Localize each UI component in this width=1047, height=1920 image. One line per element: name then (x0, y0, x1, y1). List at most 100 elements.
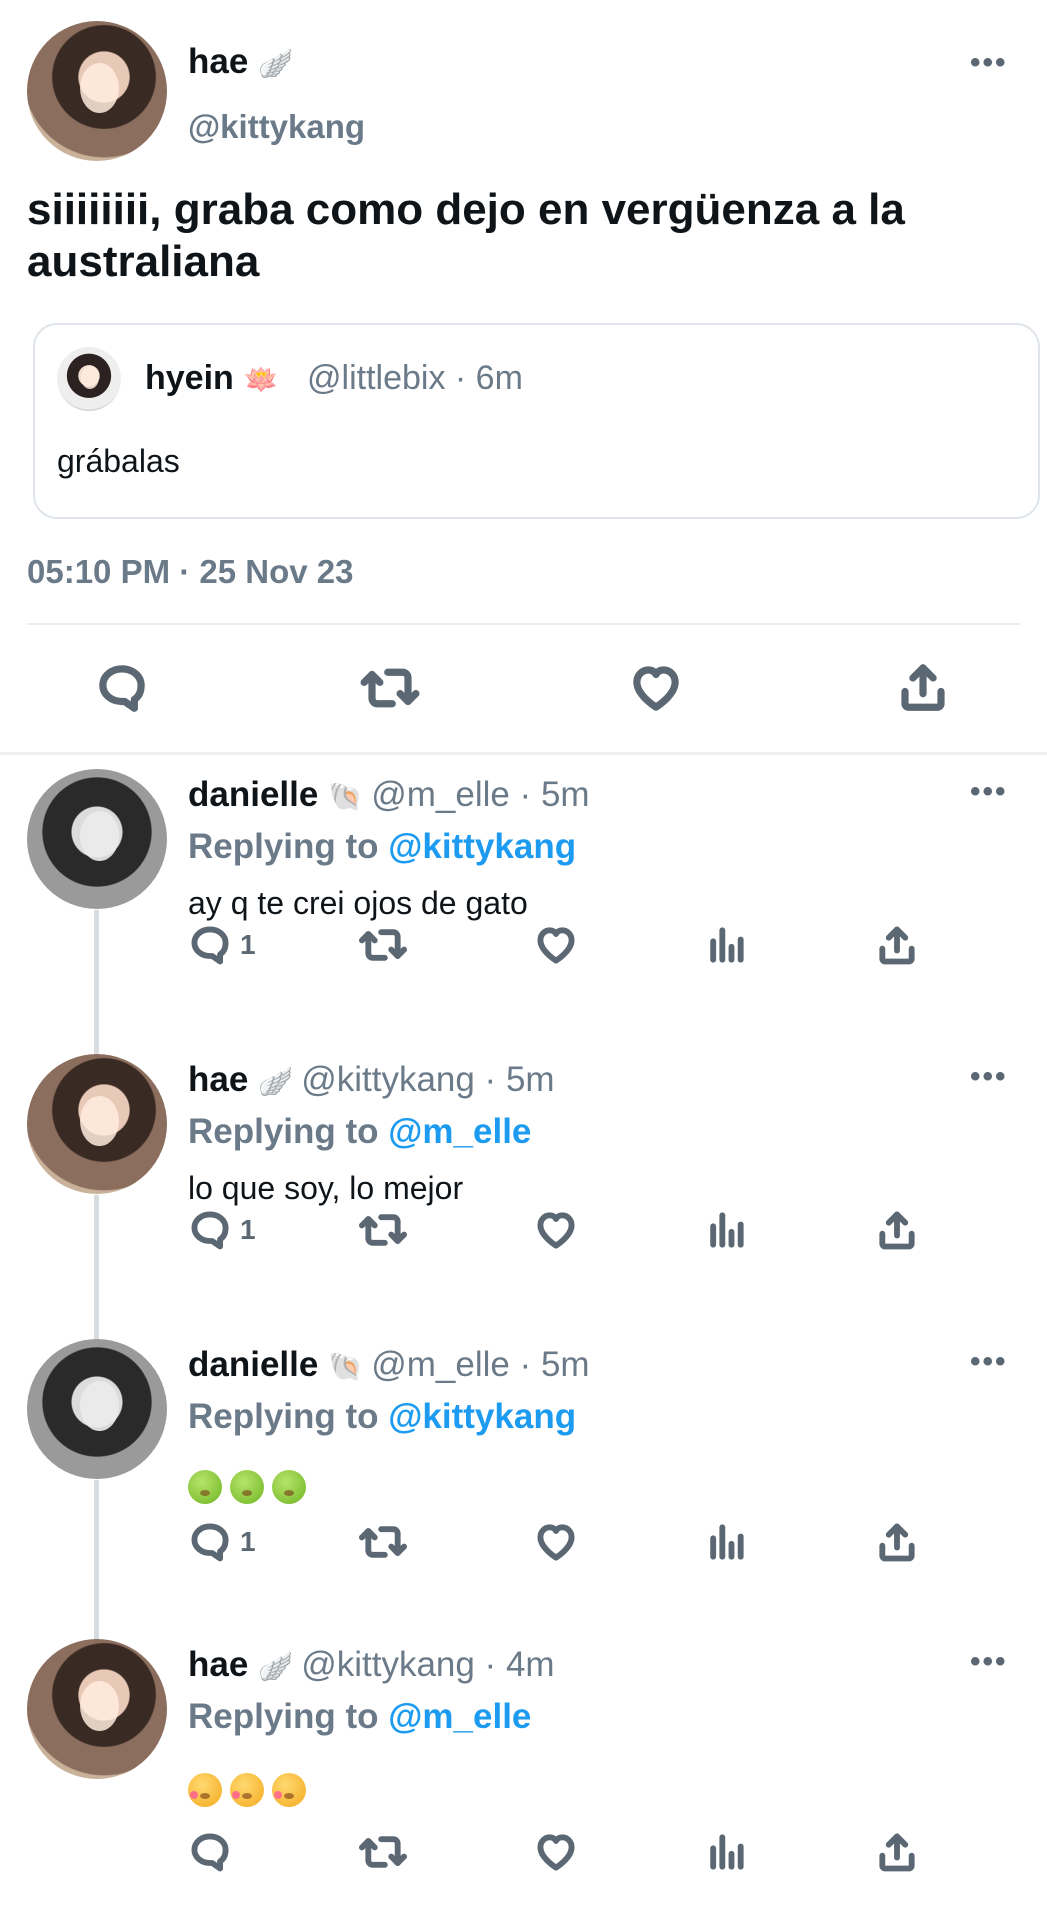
like-icon (537, 1834, 575, 1871)
mention-link[interactable]: @m_elle (388, 1697, 531, 1736)
author-handle[interactable]: @kittykang (188, 108, 365, 146)
tweet-timestamp[interactable]: 05:10 PM · 25 Nov 23 (27, 553, 354, 591)
shell-emoji-icon: 🐚 (328, 1350, 364, 1383)
reply-emoji-text (188, 1470, 306, 1504)
reply-count: 1 (240, 1214, 256, 1245)
share-icon (879, 1211, 915, 1250)
more-options-icon[interactable]: ••• (970, 1345, 1008, 1379)
quoted-author-name-text: hyein (145, 359, 234, 397)
retweet-button[interactable] (358, 1208, 408, 1252)
mention-link[interactable]: @m_elle (388, 1112, 531, 1151)
reply-tweet[interactable]: hae 🪽 @kittykang · 5m ••• Replying to @m_e… (0, 1040, 1047, 1325)
reply-button[interactable]: 1 (188, 1208, 256, 1252)
reply-handle-time[interactable]: @m_elle · 5m (371, 775, 589, 814)
retweet-icon (358, 1836, 408, 1868)
avatar[interactable] (27, 21, 167, 161)
reply-count: 1 (240, 929, 256, 960)
like-button[interactable] (628, 661, 684, 715)
reply-actions: 1 (0, 923, 1047, 973)
mention-link[interactable]: @kittykang (388, 1397, 576, 1436)
main-tweet: hae 🪽 @kittykang ••• siiiiiiii, graba com… (0, 0, 1047, 755)
views-button[interactable] (704, 1520, 748, 1564)
reply-header: hae 🪽 @kittykang · 5m (188, 1060, 555, 1100)
share-button[interactable] (875, 1208, 919, 1252)
share-button[interactable] (875, 1520, 919, 1564)
reply-handle-time[interactable]: @kittykang · 5m (301, 1060, 554, 1099)
mention-link[interactable]: @kittykang (388, 827, 576, 866)
avatar[interactable] (27, 769, 167, 909)
replying-to: Replying to @m_elle (188, 1112, 531, 1152)
like-icon (537, 1524, 575, 1561)
like-button[interactable] (533, 1208, 579, 1252)
reply-handle-time[interactable]: @kittykang · 4m (301, 1645, 554, 1684)
reply-icon (191, 1833, 229, 1872)
reply-icon (191, 1523, 229, 1562)
wing-emoji-icon: 🪽 (258, 47, 294, 80)
more-options-icon[interactable]: ••• (970, 46, 1008, 80)
retweet-button[interactable] (358, 1520, 408, 1564)
avatar[interactable] (27, 1339, 167, 1479)
like-icon (537, 927, 575, 964)
views-icon (710, 1212, 744, 1248)
face-blowing-kiss-icon (230, 1773, 264, 1807)
reply-button[interactable] (95, 661, 149, 715)
share-button[interactable] (896, 659, 950, 715)
retweet-button[interactable] (360, 661, 420, 715)
reply-actions (0, 1830, 1047, 1880)
reply-button[interactable]: 1 (188, 1520, 256, 1564)
views-icon (710, 927, 744, 963)
replying-to: Replying to @m_elle (188, 1697, 531, 1737)
reply-handle-time[interactable]: @m_elle · 5m (371, 1345, 589, 1384)
lotus-emoji-icon: 🪷 (243, 363, 279, 396)
wing-emoji-icon: 🪽 (258, 1065, 294, 1098)
share-button[interactable] (875, 923, 919, 967)
avatar[interactable] (27, 1639, 167, 1779)
nauseated-face-icon (188, 1470, 222, 1504)
views-button[interactable] (704, 923, 748, 967)
quoted-avatar (57, 347, 121, 411)
more-options-icon[interactable]: ••• (970, 1060, 1008, 1094)
wing-emoji-icon: 🪽 (258, 1650, 294, 1683)
divider (27, 623, 1020, 625)
retweet-icon (360, 668, 420, 708)
author-name[interactable]: hae 🪽 (188, 42, 293, 82)
avatar[interactable] (27, 1054, 167, 1194)
tweet-text: siiiiiiii, graba como dejo en vergüenza … (27, 185, 905, 286)
replying-to: Replying to @kittykang (188, 1397, 576, 1437)
replying-label: Replying to (188, 1397, 379, 1436)
share-icon (901, 664, 945, 711)
reply-count: 1 (240, 1526, 256, 1557)
views-button[interactable] (704, 1208, 748, 1252)
views-icon (710, 1834, 744, 1870)
reply-actions: 1 (0, 1208, 1047, 1258)
replying-label: Replying to (188, 827, 379, 866)
like-icon (537, 1212, 575, 1249)
like-button[interactable] (533, 923, 579, 967)
reply-tweet[interactable]: danielle 🐚 @m_elle · 5m ••• Replying to @k… (0, 755, 1047, 1040)
reply-author-name[interactable]: hae (188, 1060, 248, 1099)
retweet-button[interactable] (358, 923, 408, 967)
reply-button[interactable]: 1 (188, 923, 256, 967)
more-options-icon[interactable]: ••• (970, 1645, 1008, 1679)
reply-tweet[interactable]: danielle 🐚 @m_elle · 5m ••• Replying to @k… (0, 1325, 1047, 1625)
face-blowing-kiss-icon (188, 1773, 222, 1807)
quoted-tweet[interactable]: hyein 🪷 @littlebix · 6m grábalas (33, 323, 1040, 519)
reply-author-name[interactable]: hae (188, 1645, 248, 1684)
reply-author-name[interactable]: danielle (188, 1345, 318, 1384)
reply-tweet[interactable]: hae 🪽 @kittykang · 4m ••• Replying to @m_e… (0, 1625, 1047, 1920)
tweet-actions (0, 655, 1047, 725)
quoted-text: grábalas (57, 443, 180, 479)
face-blowing-kiss-icon (272, 1773, 306, 1807)
retweet-icon (358, 929, 408, 961)
retweet-button[interactable] (358, 1830, 408, 1874)
like-button[interactable] (533, 1830, 579, 1874)
share-button[interactable] (875, 1830, 919, 1874)
reply-button[interactable] (188, 1830, 240, 1874)
like-button[interactable] (533, 1520, 579, 1564)
more-options-icon[interactable]: ••• (970, 775, 1008, 809)
views-icon (710, 1524, 744, 1560)
nauseated-face-icon (230, 1470, 264, 1504)
share-icon (879, 1523, 915, 1562)
views-button[interactable] (704, 1830, 748, 1874)
reply-author-name[interactable]: danielle (188, 775, 318, 814)
